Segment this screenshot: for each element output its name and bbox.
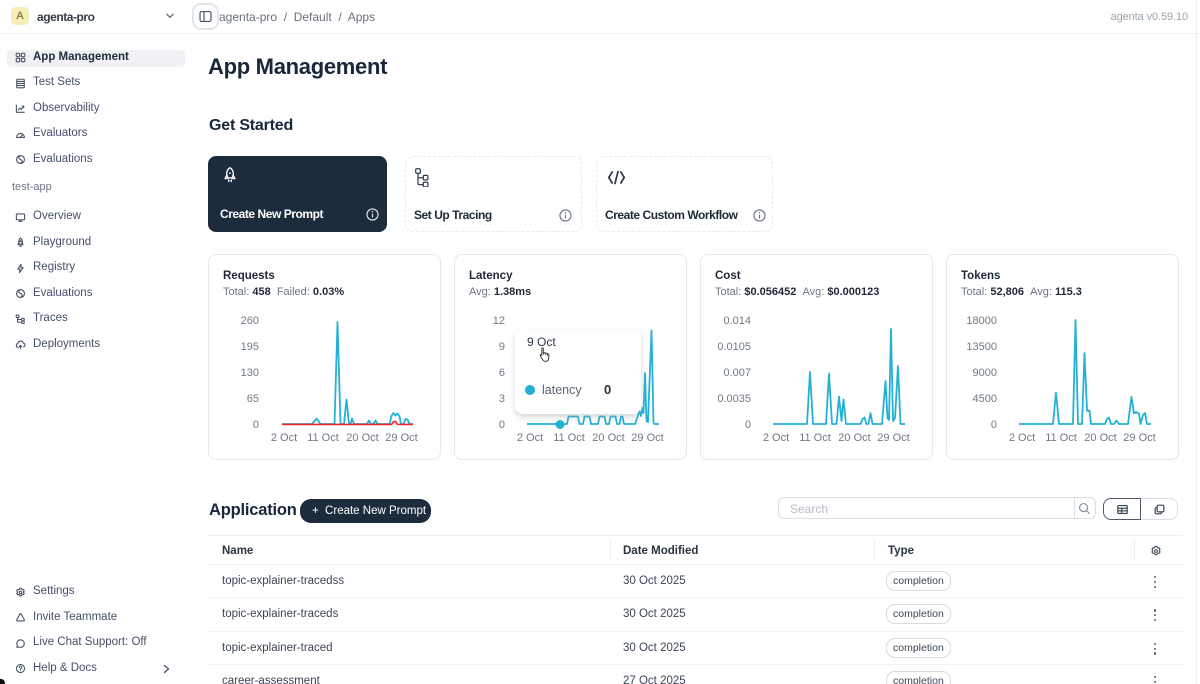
svg-text:11 Oct: 11 Oct (1045, 432, 1077, 444)
svg-text:0: 0 (499, 419, 505, 431)
svg-text:18000: 18000 (966, 315, 997, 327)
svg-text:20 Oct: 20 Oct (592, 432, 624, 444)
svg-text:0.0035: 0.0035 (717, 393, 751, 405)
svg-text:2 Oct: 2 Oct (517, 432, 543, 444)
svg-text:11 Oct: 11 Oct (553, 432, 585, 444)
svg-text:12: 12 (493, 315, 505, 327)
svg-text:2 Oct: 2 Oct (763, 432, 789, 444)
svg-text:0.0105: 0.0105 (717, 341, 751, 353)
svg-text:29 Oct: 29 Oct (385, 432, 417, 444)
svg-text:130: 130 (241, 367, 259, 379)
svg-text:20 Oct: 20 Oct (346, 432, 378, 444)
svg-text:9: 9 (499, 341, 505, 353)
svg-text:20 Oct: 20 Oct (838, 432, 870, 444)
svg-text:13500: 13500 (966, 341, 997, 353)
svg-text:0.014: 0.014 (723, 315, 751, 327)
svg-text:0: 0 (253, 419, 259, 431)
svg-text:9000: 9000 (973, 367, 997, 379)
svg-text:29 Oct: 29 Oct (877, 432, 909, 444)
svg-text:2 Oct: 2 Oct (271, 432, 297, 444)
svg-text:20 Oct: 20 Oct (1084, 432, 1116, 444)
svg-text:4500: 4500 (973, 393, 997, 405)
svg-text:0: 0 (745, 419, 751, 431)
svg-text:0: 0 (991, 419, 997, 431)
svg-text:0.007: 0.007 (723, 367, 751, 379)
svg-text:3: 3 (499, 393, 505, 405)
svg-text:2 Oct: 2 Oct (1009, 432, 1035, 444)
svg-text:65: 65 (247, 393, 259, 405)
svg-text:29 Oct: 29 Oct (631, 432, 663, 444)
svg-text:195: 195 (241, 341, 259, 353)
svg-text:29 Oct: 29 Oct (1123, 432, 1155, 444)
svg-text:11 Oct: 11 Oct (307, 432, 339, 444)
svg-text:11 Oct: 11 Oct (799, 432, 831, 444)
svg-text:6: 6 (499, 367, 505, 379)
svg-text:260: 260 (241, 315, 259, 327)
